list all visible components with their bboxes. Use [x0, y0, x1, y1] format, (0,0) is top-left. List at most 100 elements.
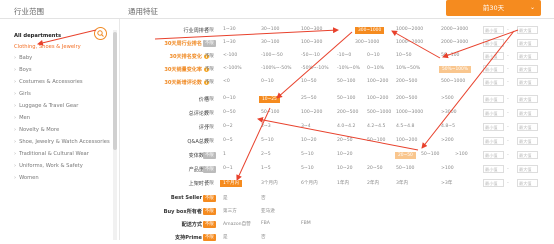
- category-shoe-jewelry-watch[interactable]: › Shoe, Jewelry & Watch Accessories: [14, 139, 110, 145]
- range-option[interactable]: 200~500: [396, 79, 417, 84]
- any-option[interactable]: 不限: [203, 220, 216, 228]
- any-option[interactable]: 不限: [203, 96, 216, 103]
- any-option[interactable]: 不限: [203, 233, 216, 241]
- range-option[interactable]: 500~1000: [367, 110, 391, 115]
- range-option[interactable]: 100~300: [301, 27, 322, 32]
- category-luggage[interactable]: › Luggage & Travel Gear: [14, 103, 78, 109]
- category-boys[interactable]: › Boys: [14, 67, 32, 73]
- range-option[interactable]: -50~-10: [301, 53, 320, 58]
- category-uniforms[interactable]: › Uniforms, Work & Safety: [14, 163, 83, 169]
- category-men[interactable]: › Men: [14, 115, 30, 121]
- range-option[interactable]: 4.0~4.2: [337, 124, 355, 129]
- min-input[interactable]: 最小值: [483, 151, 504, 159]
- range-option[interactable]: >100: [455, 152, 468, 157]
- choice-option[interactable]: 亚马逊: [261, 208, 275, 214]
- range-option[interactable]: 1~30: [223, 40, 236, 45]
- range-option[interactable]: 200~500: [396, 96, 417, 101]
- any-option[interactable]: 不限: [203, 138, 216, 145]
- range-option[interactable]: 0~10: [367, 53, 380, 58]
- range-option[interactable]: 0~2: [223, 124, 233, 129]
- range-option[interactable]: 30~100: [261, 27, 279, 32]
- selected-option[interactable]: 300~1000: [355, 26, 385, 34]
- min-input[interactable]: 最小值: [483, 65, 504, 73]
- range-option[interactable]: 50~100: [421, 152, 439, 157]
- range-option[interactable]: <0: [223, 79, 230, 84]
- range-option[interactable]: 50~100: [396, 166, 414, 171]
- max-input[interactable]: 最大值: [517, 26, 538, 34]
- range-option[interactable]: 0~10: [223, 96, 236, 101]
- min-input[interactable]: 最小值: [483, 78, 504, 86]
- range-option[interactable]: >3000: [441, 110, 457, 115]
- range-option[interactable]: 4.8~5: [441, 124, 455, 129]
- range-option[interactable]: 2年内: [367, 180, 379, 186]
- range-option[interactable]: 4.5~4.8: [396, 124, 414, 129]
- min-input[interactable]: 最小值: [483, 39, 504, 47]
- range-option[interactable]: 200~500: [337, 110, 358, 115]
- range-option[interactable]: 50~100: [441, 53, 459, 58]
- range-option[interactable]: 6个月内: [301, 180, 318, 186]
- range-option[interactable]: 3年内: [396, 180, 408, 186]
- range-option[interactable]: 30~100: [261, 40, 279, 45]
- category-costumes[interactable]: › Costumes & Accessories: [14, 79, 83, 85]
- choice-option[interactable]: FBA: [261, 221, 270, 226]
- any-option[interactable]: 不限: [203, 180, 216, 187]
- max-input[interactable]: 最大值: [517, 109, 538, 117]
- min-input[interactable]: 最小值: [483, 95, 504, 103]
- range-option[interactable]: 3~4: [301, 124, 311, 129]
- any-option[interactable]: 不限: [203, 124, 216, 131]
- max-input[interactable]: 最大值: [517, 95, 538, 103]
- range-option[interactable]: 500~1000: [441, 79, 465, 84]
- range-option[interactable]: 300~1000: [355, 40, 379, 45]
- range-option[interactable]: <-100%: [223, 66, 242, 71]
- any-option[interactable]: 不限: [203, 165, 216, 173]
- any-option[interactable]: 不限: [203, 39, 216, 47]
- range-option[interactable]: 100~200: [396, 138, 417, 143]
- range-option[interactable]: 5~10: [261, 138, 274, 143]
- range-option[interactable]: >200: [441, 138, 454, 143]
- any-option[interactable]: 不限: [203, 110, 216, 117]
- range-option[interactable]: 100~200: [301, 110, 322, 115]
- range-option[interactable]: 20~50: [367, 166, 383, 171]
- range-option[interactable]: 5~10: [301, 166, 314, 171]
- min-input[interactable]: 最小值: [483, 109, 504, 117]
- category-women[interactable]: › Women: [14, 175, 39, 181]
- max-input[interactable]: 最大值: [517, 78, 538, 86]
- min-input[interactable]: 最小值: [483, 123, 504, 131]
- max-input[interactable]: 最大值: [517, 65, 538, 73]
- any-option[interactable]: 不限: [203, 27, 216, 34]
- selected-option[interactable]: 1个月内: [220, 179, 242, 187]
- range-option[interactable]: 10~20: [337, 166, 353, 171]
- range-option[interactable]: >100: [441, 166, 454, 171]
- min-input[interactable]: 最小值: [483, 26, 504, 34]
- min-input[interactable]: 最小值: [483, 137, 504, 145]
- range-option[interactable]: -10%~0%: [337, 66, 360, 71]
- range-option[interactable]: 50~100: [337, 79, 355, 84]
- min-input[interactable]: 最小值: [483, 179, 504, 187]
- any-option[interactable]: 不限: [203, 66, 216, 73]
- selected-option[interactable]: 20~50: [395, 151, 416, 159]
- range-option[interactable]: >500: [441, 96, 454, 101]
- choice-option[interactable]: FBM: [301, 221, 311, 226]
- choice-option[interactable]: 是: [223, 234, 228, 240]
- any-option[interactable]: 不限: [203, 79, 216, 86]
- category-all[interactable]: All departments: [14, 33, 61, 39]
- range-option[interactable]: 1000~3000: [396, 110, 423, 115]
- max-input[interactable]: 最大值: [517, 151, 538, 159]
- period-dropdown[interactable]: 前30天 ⌄: [446, 0, 541, 16]
- range-option[interactable]: <-100: [223, 53, 237, 58]
- range-option[interactable]: 0~50: [223, 110, 236, 115]
- choice-option[interactable]: 否: [261, 234, 266, 240]
- choice-option[interactable]: 否: [261, 195, 266, 201]
- min-input[interactable]: 最小值: [483, 165, 504, 173]
- choice-option[interactable]: Amazon自营: [223, 221, 251, 227]
- range-option[interactable]: 25~50: [301, 96, 317, 101]
- range-option[interactable]: 0~10: [261, 79, 274, 84]
- any-option[interactable]: 不限: [203, 207, 216, 215]
- max-input[interactable]: 最大值: [517, 52, 538, 60]
- range-option[interactable]: 5~10: [301, 152, 314, 157]
- range-option[interactable]: 10~50: [396, 53, 412, 58]
- max-input[interactable]: 最大值: [517, 39, 538, 47]
- category-novelty[interactable]: › Novelty & More: [14, 127, 59, 133]
- any-option[interactable]: 不限: [203, 194, 216, 202]
- range-option[interactable]: 0~10%: [367, 66, 384, 71]
